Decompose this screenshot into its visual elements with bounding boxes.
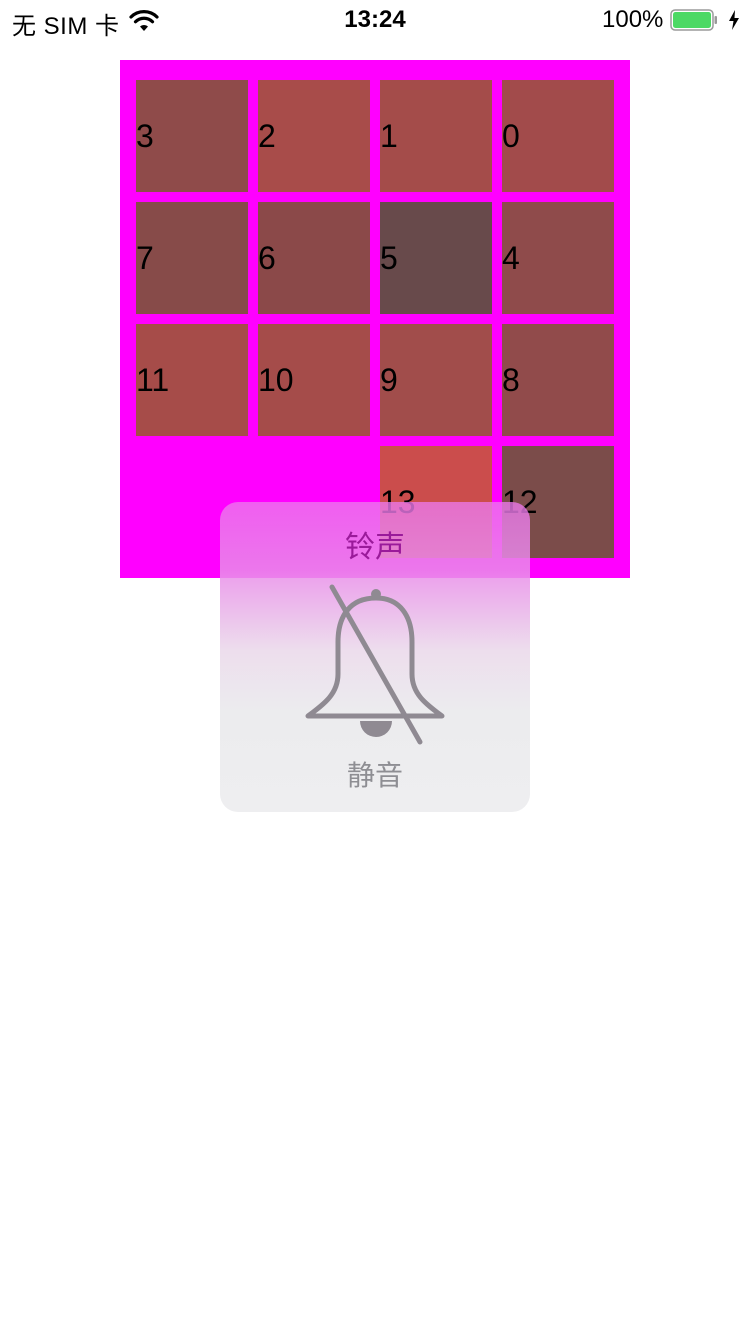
tile-8[interactable]: 8 (502, 324, 614, 436)
tile-4[interactable]: 4 (502, 202, 614, 314)
bell-slash-icon (305, 584, 445, 745)
tile-6[interactable]: 6 (258, 202, 370, 314)
tile-3[interactable]: 3 (136, 80, 248, 192)
tile-9[interactable]: 9 (380, 324, 492, 436)
tile-10[interactable]: 10 (258, 324, 370, 436)
charging-bolt-icon (729, 10, 739, 30)
tile-2[interactable]: 2 (258, 80, 370, 192)
status-bar: 无 SIM 卡 13:24 100% (0, 0, 750, 40)
hud-caption: 静音 (346, 759, 403, 792)
tile-11[interactable]: 11 (136, 324, 248, 436)
tile-0[interactable]: 0 (502, 80, 614, 192)
tile-5[interactable]: 5 (380, 202, 492, 314)
hud-title: 铃声 (345, 530, 405, 565)
puzzle-board: 321076541110981312 (120, 60, 630, 578)
battery-icon (670, 9, 717, 31)
tile-7[interactable]: 7 (136, 202, 248, 314)
tile-1[interactable]: 1 (380, 80, 492, 192)
ringer-hud: 铃声 静音 (220, 502, 530, 812)
battery-percent: 100% (602, 6, 664, 33)
